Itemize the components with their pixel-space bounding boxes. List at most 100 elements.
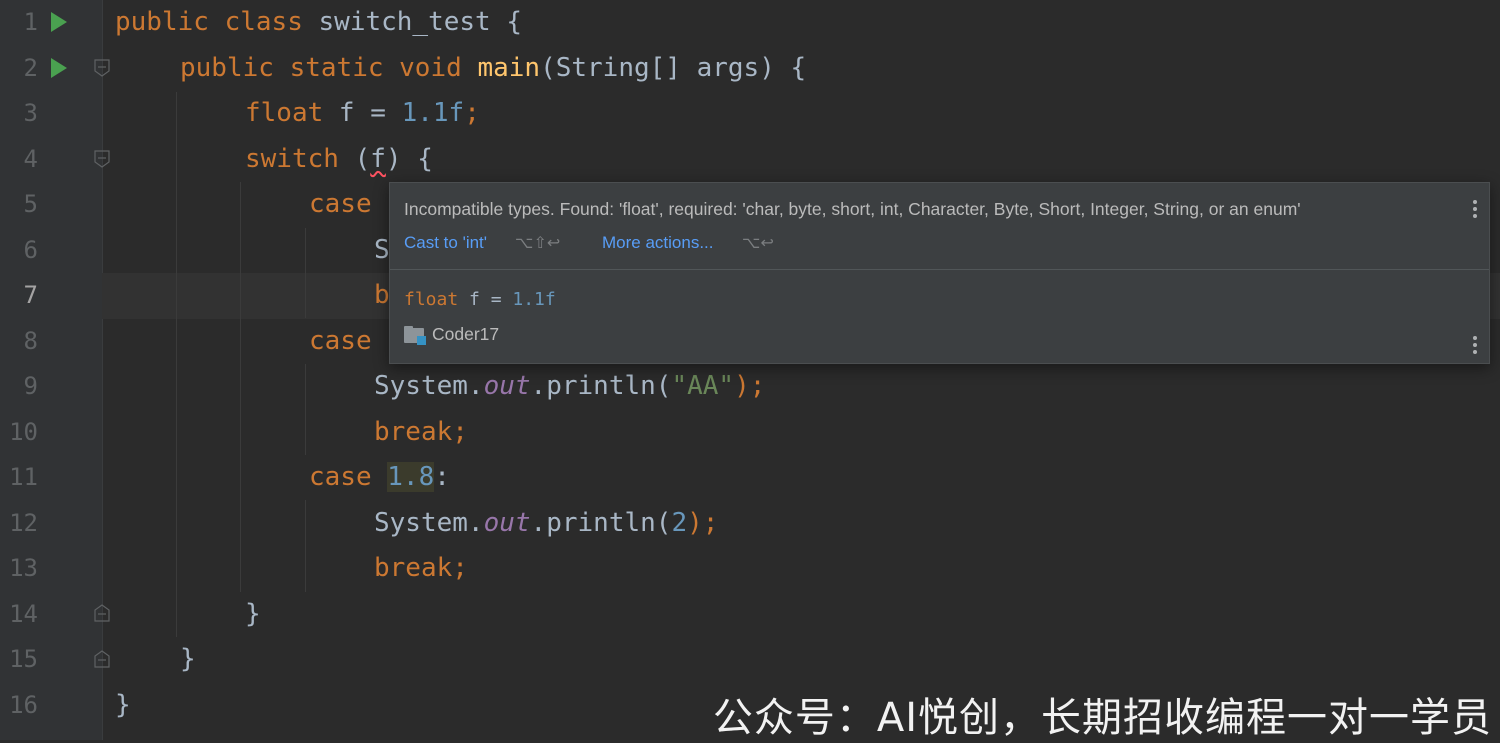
declaration-preview: float f = 1.1f	[404, 289, 556, 310]
indent-guide	[240, 182, 241, 592]
code-line-16[interactable]: }	[115, 683, 131, 729]
keyword: break;	[374, 553, 468, 583]
keyword: class	[224, 7, 303, 37]
method-name: main	[477, 52, 541, 83]
cast-to-int-action[interactable]: Cast to 'int'	[404, 233, 487, 253]
code-text: System.	[374, 371, 484, 401]
code-line-12[interactable]: System.out.println(2);	[374, 501, 718, 547]
semicolon: ;	[464, 98, 480, 128]
code-line-9[interactable]: System.out.println("AA");	[374, 364, 765, 410]
class-name: switch_test	[318, 7, 491, 37]
line-number: 15	[9, 645, 38, 673]
more-vertical-icon[interactable]	[1473, 336, 1477, 357]
shortcut-hint: ⌥⇧↩	[515, 233, 561, 252]
module-folder-icon	[404, 325, 426, 345]
code-line-7[interactable]: b	[374, 273, 390, 319]
keyword: public	[180, 52, 274, 83]
keyword: case	[309, 462, 372, 492]
fold-close-icon[interactable]	[94, 604, 110, 622]
string-literal: "AA"	[671, 371, 735, 401]
shortcut-hint: ⌥↩	[742, 233, 774, 252]
code-text: );	[734, 371, 766, 401]
indent-guide	[176, 92, 177, 637]
fold-open-icon[interactable]	[94, 59, 110, 77]
run-class-icon[interactable]	[51, 12, 67, 32]
keyword: float	[404, 289, 459, 310]
code-line-8[interactable]: case	[309, 319, 372, 365]
run-main-icon[interactable]	[51, 58, 67, 78]
line-number: 8	[23, 326, 38, 355]
code-text: (	[338, 143, 371, 174]
number-literal: 1.1f	[401, 98, 465, 128]
static-field: out	[483, 371, 531, 401]
code-line-10[interactable]: break;	[374, 410, 468, 456]
module-label: Coder17	[404, 324, 499, 345]
more-vertical-icon[interactable]	[1473, 200, 1477, 221]
line-number: 14	[9, 599, 38, 628]
more-actions-link[interactable]: More actions...	[602, 233, 714, 253]
line-number: 13	[9, 554, 38, 582]
code-line-6[interactable]: S	[374, 228, 390, 274]
code-text: );	[687, 507, 719, 538]
brace: }	[245, 598, 261, 629]
code-text: f =	[323, 98, 402, 128]
code-editor[interactable]: 1 2 3 4 5 6 7 8 9 10 11 12 13 14 15 16 p…	[0, 0, 1500, 740]
code-line-4[interactable]: switch (f) {	[245, 137, 433, 183]
indent-guide	[305, 228, 306, 318]
line-number: 6	[23, 235, 38, 264]
error-message: Incompatible types. Found: 'float', requ…	[404, 199, 1301, 219]
code-line-3[interactable]: float f = 1.1f;	[245, 91, 480, 137]
static-field: out	[483, 507, 531, 538]
keyword: float	[245, 98, 324, 128]
line-number: 11	[9, 463, 38, 491]
code-line-13[interactable]: break;	[374, 546, 468, 592]
code-text: .println(	[530, 371, 672, 401]
line-number: 10	[9, 417, 38, 446]
indent-guide	[305, 364, 306, 455]
gutter-separator	[102, 0, 103, 740]
code-text: S	[374, 234, 390, 265]
line-number: 16	[9, 690, 38, 719]
keyword: void	[399, 52, 462, 83]
indent-guide	[305, 500, 306, 592]
watermark-text: 公众号：AI悦创，长期招收编程一对一学员	[712, 695, 1492, 741]
keyword: case	[309, 325, 372, 356]
code-line-5[interactable]: case	[309, 182, 372, 228]
code-text: .println(	[530, 507, 672, 538]
code-text: System.	[374, 507, 484, 538]
brace: }	[115, 689, 131, 720]
line-number: 2	[23, 53, 38, 82]
keyword: public	[115, 7, 209, 37]
line-number-current: 7	[23, 281, 38, 309]
code-line-2[interactable]: public static void main(String[] args) {	[180, 46, 806, 92]
line-number: 5	[23, 190, 38, 218]
divider	[390, 269, 1489, 270]
line-number: 4	[23, 144, 38, 173]
line-number: 12	[9, 508, 38, 537]
number-literal: 1.8	[387, 462, 435, 492]
number-literal: 2	[671, 507, 688, 538]
code-line-14[interactable]: }	[245, 592, 261, 638]
error-highlight[interactable]: f	[370, 144, 386, 174]
code-line-11[interactable]: case 1.8:	[309, 455, 450, 501]
brace: }	[180, 644, 196, 674]
line-number: 1	[23, 8, 38, 36]
brace: {	[506, 7, 523, 37]
code-text: b	[374, 280, 390, 310]
keyword: switch	[245, 143, 339, 174]
code-line-1[interactable]: public class switch_test {	[115, 0, 522, 46]
code-line-15[interactable]: }	[180, 637, 196, 683]
line-number: 9	[23, 372, 38, 400]
keyword: static	[289, 52, 384, 83]
number-literal: 1.1f	[512, 289, 556, 310]
error-tooltip-popup[interactable]: Incompatible types. Found: 'float', requ…	[389, 182, 1490, 364]
fold-close-icon[interactable]	[94, 650, 110, 668]
fold-open-icon[interactable]	[94, 150, 110, 168]
module-name: Coder17	[432, 324, 500, 344]
code-text: ) {	[385, 143, 433, 174]
keyword: break;	[374, 416, 468, 447]
code-text: :	[434, 462, 450, 492]
code-text: f =	[458, 289, 513, 310]
params: (String[] args) {	[540, 52, 807, 83]
line-number: 3	[23, 99, 38, 127]
